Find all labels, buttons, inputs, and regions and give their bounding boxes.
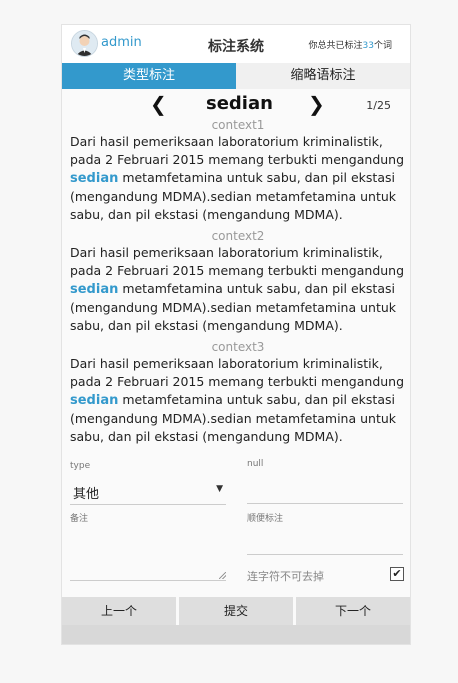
note-textarea[interactable] xyxy=(70,528,226,581)
null-input[interactable] xyxy=(247,483,403,504)
context-label: context3 xyxy=(211,340,265,354)
context-before: Dari hasil pemeriksaan laboratorium krim… xyxy=(70,245,405,278)
page-indicator: 1/25 xyxy=(366,99,391,112)
next-button[interactable]: 下一个 xyxy=(296,597,410,625)
footer-bar xyxy=(62,625,410,644)
context-list: context1 Dari hasil pemeriksaan laborato… xyxy=(70,117,406,450)
type-select-value: 其他 xyxy=(73,487,100,502)
chevron-right-icon[interactable]: ❯ xyxy=(308,93,325,115)
annotation-app: admin 标注系统 你总共已标注33个词 类型标注 缩略语标注 ❮ sedia… xyxy=(61,24,411,645)
user-avatar-icon xyxy=(72,31,97,56)
context-text: Dari hasil pemeriksaan laboratorium krim… xyxy=(70,133,406,224)
header: admin 标注系统 你总共已标注33个词 xyxy=(62,25,410,63)
type-label: type xyxy=(70,461,91,471)
extra-annotation-input[interactable] xyxy=(247,534,403,555)
context-after: metamfetamina untuk sabu, dan pil ekstas… xyxy=(70,170,397,222)
context-after: metamfetamina untuk sabu, dan pil ekstas… xyxy=(70,392,397,444)
count-suffix: 个词 xyxy=(373,41,392,51)
tab-type-annotation[interactable]: 类型标注 xyxy=(62,63,236,89)
action-bar: 上一个 提交 下一个 xyxy=(62,597,410,625)
context-label: context2 xyxy=(211,229,265,243)
context-highlight: sedian xyxy=(70,282,119,297)
current-word: sedian xyxy=(206,93,273,114)
avatar[interactable] xyxy=(71,30,98,57)
note-label: 备注 xyxy=(70,514,89,524)
count-prefix: 你总共已标注 xyxy=(308,41,363,51)
context-before: Dari hasil pemeriksaan laboratorium krim… xyxy=(70,134,405,167)
username-link[interactable]: admin xyxy=(101,35,142,50)
tab-abbreviation-annotation[interactable]: 缩略语标注 xyxy=(236,63,410,89)
context-after: metamfetamina untuk sabu, dan pil ekstas… xyxy=(70,281,397,333)
null-label: null xyxy=(247,459,264,469)
prev-button[interactable]: 上一个 xyxy=(62,597,176,625)
context-highlight: sedian xyxy=(70,171,119,186)
count-number: 33 xyxy=(362,41,374,51)
resize-handle-icon[interactable] xyxy=(219,572,226,579)
extra-annotation-label: 顺便标注 xyxy=(247,514,284,524)
hyphen-label: 连字符不可去掉 xyxy=(247,570,324,583)
caret-down-icon: ▼ xyxy=(216,484,223,494)
context-before: Dari hasil pemeriksaan laboratorium krim… xyxy=(70,356,405,389)
annotation-count: 你总共已标注33个词 xyxy=(309,38,392,51)
word-navigation: ❮ sedian ❯ 1/25 xyxy=(62,91,410,119)
context-highlight: sedian xyxy=(70,393,119,408)
tab-bar: 类型标注 缩略语标注 xyxy=(62,63,410,89)
chevron-left-icon[interactable]: ❮ xyxy=(150,93,167,115)
submit-button[interactable]: 提交 xyxy=(179,597,293,625)
app-title: 标注系统 xyxy=(208,39,264,55)
context-text: Dari hasil pemeriksaan laboratorium krim… xyxy=(70,355,406,446)
hyphen-checkbox[interactable]: ✔ xyxy=(390,567,404,581)
context-label: context1 xyxy=(211,118,265,132)
context-text: Dari hasil pemeriksaan laboratorium krim… xyxy=(70,244,406,335)
type-select[interactable]: 其他 ▼ xyxy=(70,478,226,505)
